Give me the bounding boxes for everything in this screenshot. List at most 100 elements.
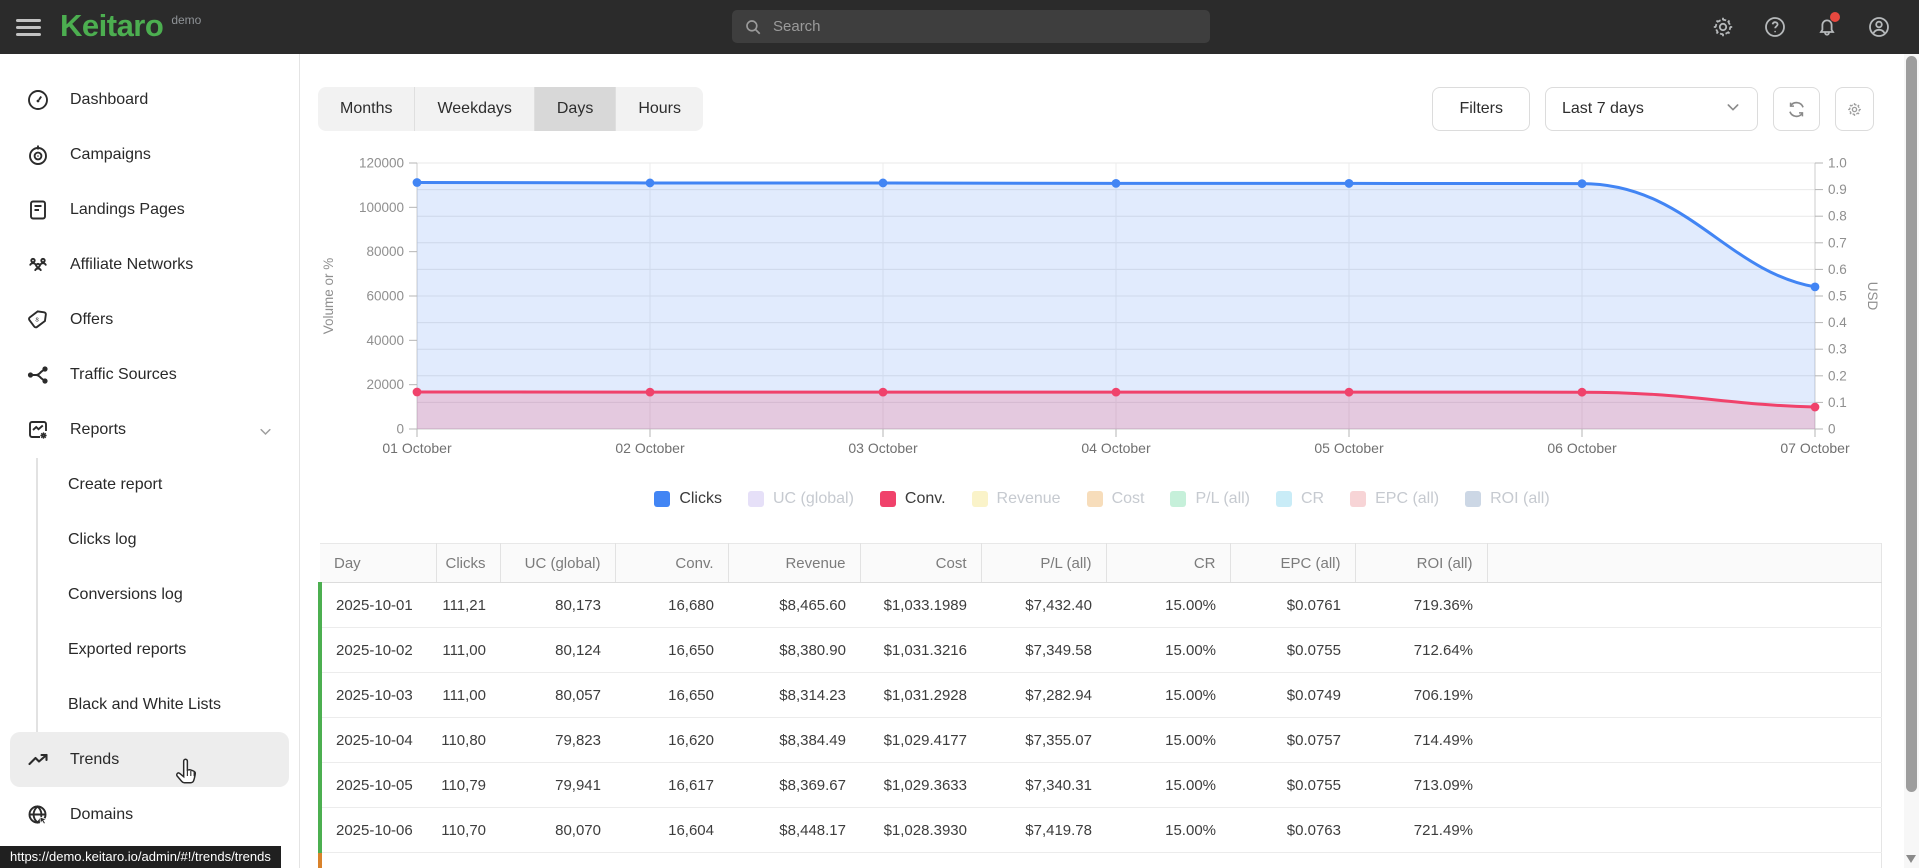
cell: 2025-10-06 (318, 807, 436, 853)
help-icon[interactable] (1763, 15, 1787, 39)
column-header-cr[interactable]: CR (1105, 543, 1230, 583)
cell: 80,173 (500, 582, 615, 628)
column-header-roi-all[interactable]: ROI (all) (1354, 543, 1487, 583)
sidebar-item-clicks-log[interactable]: Clicks log (0, 512, 299, 567)
cell: $0.0749 (1230, 672, 1355, 718)
sidebar-item-traffic-sources[interactable]: Traffic Sources (0, 347, 299, 402)
legend-label: Clicks (679, 490, 722, 507)
legend-item-epc-all[interactable]: EPC (all) (1350, 490, 1439, 508)
legend-item-cost[interactable]: Cost (1086, 490, 1144, 508)
column-header-conv[interactable]: Conv. (614, 543, 728, 583)
column-header-epc-all[interactable]: EPC (all) (1229, 543, 1355, 583)
trends-table: Day Clicks UC (global) Conv. Revenue Cost P/L … (318, 543, 1882, 868)
search-input[interactable] (773, 18, 1198, 35)
svg-text:0.2: 0.2 (1828, 368, 1847, 383)
column-header-p-l-all[interactable]: P/L (all) (980, 543, 1106, 583)
column-header-clicks[interactable]: Clicks (435, 543, 500, 583)
sidebar-item-trends[interactable]: Trends (10, 732, 289, 787)
search-box[interactable] (732, 10, 1210, 43)
legend-item-uc-global[interactable]: UC (global) (747, 490, 854, 508)
tab-months[interactable]: Months (318, 87, 414, 131)
sidebar-item-reports[interactable]: Reports (0, 402, 299, 457)
cell-spacer (1487, 717, 1882, 763)
cell: 16,650 (615, 672, 728, 718)
dashboard-icon (26, 88, 50, 112)
cell: 714.49% (1355, 717, 1487, 763)
tab-weekdays[interactable]: Weekdays (414, 87, 533, 131)
column-header-day[interactable]: Day (320, 543, 436, 583)
cell: 2025-10-01 (318, 582, 436, 628)
sidebar-item-create-report[interactable]: Create report (0, 457, 299, 512)
brand: Keitaro demo (60, 9, 201, 43)
date-range-select[interactable]: Last 7 days (1545, 87, 1758, 131)
tab-hours[interactable]: Hours (615, 87, 703, 131)
scrollbar-down-arrow[interactable] (1906, 855, 1916, 863)
cell: 15.00% (1106, 807, 1230, 853)
sidebar-item-label: Create report (68, 475, 163, 493)
sidebar-item-campaigns[interactable]: Campaigns (0, 127, 299, 182)
sidebar-item-conversions-log[interactable]: Conversions log (0, 567, 299, 622)
sidebar-item-dashboard[interactable]: Dashboard (0, 72, 299, 127)
cell-spacer (1487, 807, 1882, 853)
page-scrollbar[interactable] (1904, 54, 1919, 868)
legend-swatch (1170, 491, 1187, 507)
account-avatar-icon[interactable] (1867, 15, 1891, 39)
cell: 706.19% (1355, 672, 1487, 718)
legend-item-p-l-all[interactable]: P/L (all) (1170, 490, 1250, 508)
tab-days[interactable]: Days (533, 87, 616, 131)
trend-icon (26, 748, 50, 772)
scrollbar-thumb[interactable] (1906, 56, 1917, 792)
svg-text:120000: 120000 (359, 156, 404, 171)
settings-gear-icon[interactable] (1711, 15, 1735, 39)
legend-swatch (654, 491, 671, 507)
filters-button[interactable]: Filters (1432, 87, 1530, 131)
cell: $1,028.3930 (860, 807, 981, 853)
sidebar-item-black-and-white-lists[interactable]: Black and White Lists (0, 677, 299, 732)
sidebar-item-affiliate-networks[interactable]: Affiliate Networks (0, 237, 299, 292)
cell: 2025-10-03 (318, 672, 436, 718)
chevron-down-icon (1725, 99, 1741, 120)
cell: 2025-10-02 (318, 627, 436, 673)
legend-item-roi-all[interactable]: ROI (all) (1465, 490, 1550, 508)
main-content: Months Weekdays Days Hours Filters Last 7 d… (300, 54, 1904, 868)
refresh-icon (1789, 101, 1804, 117)
legend-item-conv[interactable]: Conv. (879, 490, 946, 508)
column-header-revenue[interactable]: Revenue (727, 543, 860, 583)
cell: 64,10 (436, 852, 500, 868)
menu-icon[interactable] (16, 14, 44, 40)
sidebar-item-exported-reports[interactable]: Exported reports (0, 622, 299, 677)
cell: $8,465.60 (728, 582, 860, 628)
sidebar-item-domains[interactable]: Domains (0, 787, 299, 842)
landing-icon (26, 198, 50, 222)
refresh-button[interactable] (1773, 87, 1820, 131)
date-range-value: Last 7 days (1562, 100, 1644, 117)
cell: 110,70 (436, 807, 500, 853)
svg-text:1.0: 1.0 (1828, 156, 1847, 171)
column-header-cost[interactable]: Cost (859, 543, 981, 583)
legend-item-cr[interactable]: CR (1276, 490, 1324, 508)
legend-item-clicks[interactable]: Clicks (654, 490, 722, 508)
legend-label: UC (global) (772, 490, 854, 507)
notifications-bell-icon[interactable] (1815, 12, 1840, 39)
column-header-uc-global[interactable]: UC (global) (499, 543, 615, 583)
legend-label: Revenue (996, 490, 1061, 507)
sidebar-item-label: Traffic Sources (70, 365, 177, 383)
cell: 15.00% (1106, 852, 1230, 868)
cell: $8,384.49 (728, 717, 860, 763)
chart-legend: Clicks UC (global) Conv. Revenue Cost P/… (300, 486, 1904, 512)
cell: $0.0755 (1230, 627, 1355, 673)
brand-badge: demo (171, 13, 202, 27)
chart-settings-button[interactable] (1835, 87, 1874, 131)
svg-text:20000: 20000 (366, 377, 404, 392)
cell: 16,604 (615, 807, 728, 853)
trends-chart-svg: 0 20000 40000 60000 80000 100000 120000 0 0.1 0.2… (321, 156, 1880, 457)
legend-label: ROI (all) (1490, 490, 1550, 507)
cell: 111,00 (436, 627, 500, 673)
svg-text:07 October: 07 October (1780, 440, 1850, 456)
cell: $7,355.07 (981, 717, 1106, 763)
sidebar-item-offers[interactable]: s Offers (0, 292, 299, 347)
sidebar-item-landings-pages[interactable]: Landings Pages (0, 182, 299, 237)
legend-item-revenue[interactable]: Revenue (971, 490, 1061, 508)
cell: 15.00% (1106, 627, 1230, 673)
svg-text:0.1: 0.1 (1828, 395, 1847, 410)
